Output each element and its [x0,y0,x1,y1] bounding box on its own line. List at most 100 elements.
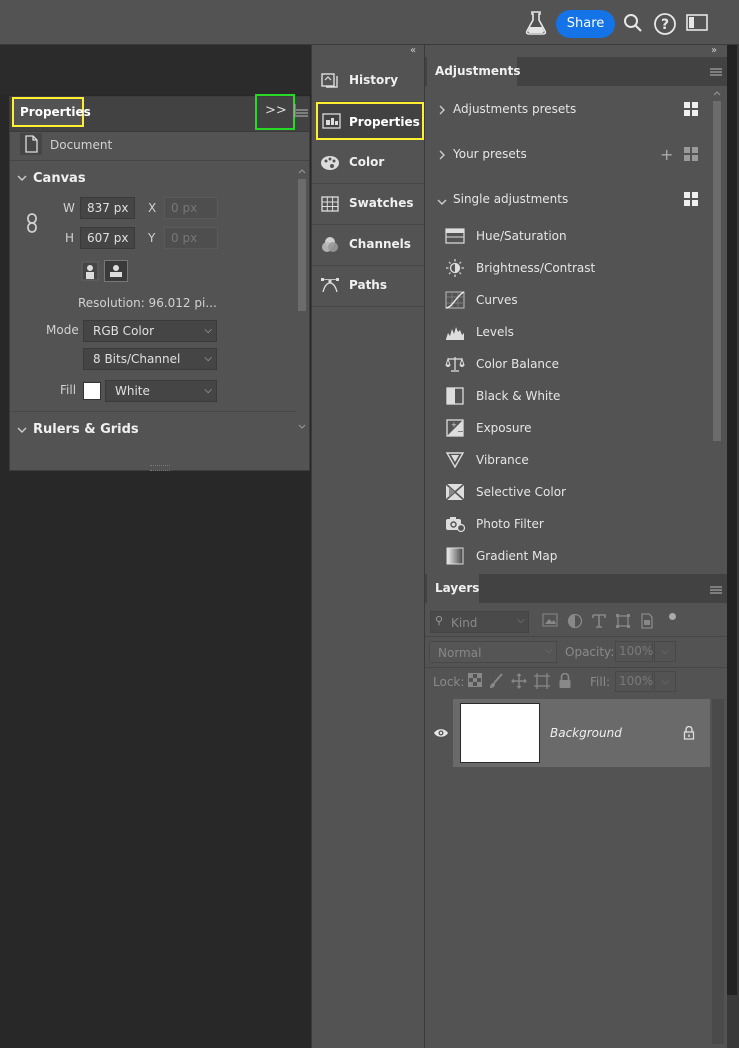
divider [425,636,727,637]
fill-label: Fill [60,383,77,397]
resize-grip[interactable] [150,465,170,471]
chevron-down-icon: ⌵ [545,645,553,656]
grid-view-icon[interactable] [684,192,698,206]
link-icon[interactable] [25,213,39,236]
lock-image-pixels-icon[interactable] [487,673,505,691]
chevron-down-icon[interactable] [437,195,447,209]
chevron-right-icon[interactable] [438,149,446,163]
chevron-down-icon: ⌵ [204,325,212,336]
y-input[interactable]: 0 px [164,227,218,249]
your-presets-label[interactable]: Your presets [453,147,527,161]
fill-input[interactable]: 100% [615,671,653,692]
floating-properties-panel: Properties >> | Document Canvas W 837 px … [9,94,310,471]
right-panel-dock: » Adjustments Adjustments presets Your p… [425,45,727,1048]
collapse-dock-icon[interactable]: » [711,45,717,56]
grid-view-icon[interactable] [684,102,698,116]
lock-artboard-icon[interactable] [533,673,551,691]
exposure-icon: + − [445,419,465,437]
lock-transparent-pixels-icon[interactable] [466,673,484,691]
search-icon[interactable] [622,12,644,37]
expand-panels-button[interactable]: >> | [255,94,297,130]
bit-depth-select[interactable]: 8 Bits/Channel ⌵ [83,348,217,370]
width-input[interactable]: 837 px [80,197,135,219]
color-balance-icon [445,355,465,373]
flask-icon[interactable] [524,10,548,39]
resolution-text: Resolution: 96.012 pi... [78,296,217,310]
canvas-section-title[interactable]: Canvas [33,171,86,186]
workspace-icon[interactable] [686,14,710,35]
help-icon[interactable]: ? [653,12,677,39]
grid-view-icon[interactable] [684,147,698,161]
single-adjustments-label[interactable]: Single adjustments [453,192,568,206]
lock-all-icon[interactable] [556,672,574,691]
tab-properties[interactable]: Properties [12,97,91,127]
panel-label-properties: Properties [349,115,420,129]
hue-saturation-icon [445,227,465,245]
color-palette-icon [320,153,340,173]
eye-icon[interactable] [433,727,449,742]
chevron-down-icon: ⌵ [204,385,212,396]
add-icon[interactable]: + [660,145,673,164]
kind-filter-value: Kind [451,616,478,630]
selective-color-icon [445,483,465,501]
share-button[interactable]: Share [556,10,615,38]
filter-toggle-icon[interactable] [669,613,676,620]
layer-thumbnail[interactable] [460,703,540,763]
chevron-right-icon[interactable] [438,104,446,118]
window-edge-dark [727,45,737,995]
blend-mode-select[interactable]: Normal ⌵ [429,641,557,663]
adjustment-label: Vibrance [476,453,529,467]
fill-label: Fill: [590,675,611,689]
filter-adjustment-icon[interactable] [566,613,584,631]
chevron-down-icon[interactable] [17,424,27,437]
layers-scrollbar[interactable] [712,699,724,1044]
filter-shape-icon[interactable] [614,613,632,631]
panel-label-paths: Paths [349,278,387,292]
rulers-grids-section-title[interactable]: Rulers & Grids [33,422,139,437]
swatches-grid-icon [320,194,340,214]
mode-select[interactable]: RGB Color ⌵ [83,320,217,342]
fill-select-value: White [115,384,150,398]
panel-menu-icon[interactable] [710,67,722,81]
panel-menu-icon[interactable] [296,108,308,122]
lock-icon[interactable] [683,725,695,743]
opacity-input[interactable]: 100% [615,641,653,662]
panel-button-color[interactable]: Color [312,143,424,184]
lock-position-icon[interactable] [510,673,528,691]
filter-smart-object-icon[interactable] [638,613,656,631]
collapsed-panels-column: « History Properties Color Swatches Chan… [311,45,425,1048]
adjustment-label: Black & White [476,389,561,403]
tab-layers[interactable]: Layers [427,574,479,603]
black-white-icon [445,387,465,405]
portrait-orientation-icon[interactable] [81,261,99,284]
properties-icon [322,112,342,133]
panel-button-paths[interactable]: Paths [312,266,424,307]
panel-button-swatches[interactable]: Swatches [312,184,424,225]
chevron-down-icon[interactable]: ⌵ [654,641,676,662]
filter-pixel-icon[interactable] [541,613,559,631]
kind-filter-select[interactable]: ⚲ Kind ⌵ [430,611,529,633]
landscape-orientation-icon[interactable] [104,260,128,285]
collapse-column-icon[interactable]: « [410,45,416,56]
adjustment-label: Hue/Saturation [476,229,567,243]
layer-name[interactable]: Background [550,726,622,740]
chevron-down-icon: ⌵ [517,615,525,626]
panel-button-history[interactable]: History [312,61,424,102]
height-input[interactable]: 607 px [80,227,135,249]
fill-color-swatch[interactable] [83,382,101,400]
x-input[interactable]: 0 px [164,197,218,219]
filter-type-icon[interactable] [590,613,608,631]
properties-scrollbar[interactable] [297,167,307,435]
tab-adjustments[interactable]: Adjustments [427,57,520,86]
panel-menu-icon[interactable] [710,585,722,599]
mode-label: Mode [46,323,79,337]
panel-button-channels[interactable]: Channels [312,225,424,266]
adjustments-scrollbar[interactable] [712,89,722,571]
chevron-down-icon[interactable]: ⌵ [654,671,676,692]
window-edge-bottom [727,995,737,1048]
vibrance-icon [445,451,465,469]
chevron-down-icon[interactable] [17,172,27,185]
panel-button-properties[interactable]: Properties [316,102,424,140]
adjustments-presets-label[interactable]: Adjustments presets [453,102,576,116]
fill-select[interactable]: White ⌵ [105,380,217,402]
